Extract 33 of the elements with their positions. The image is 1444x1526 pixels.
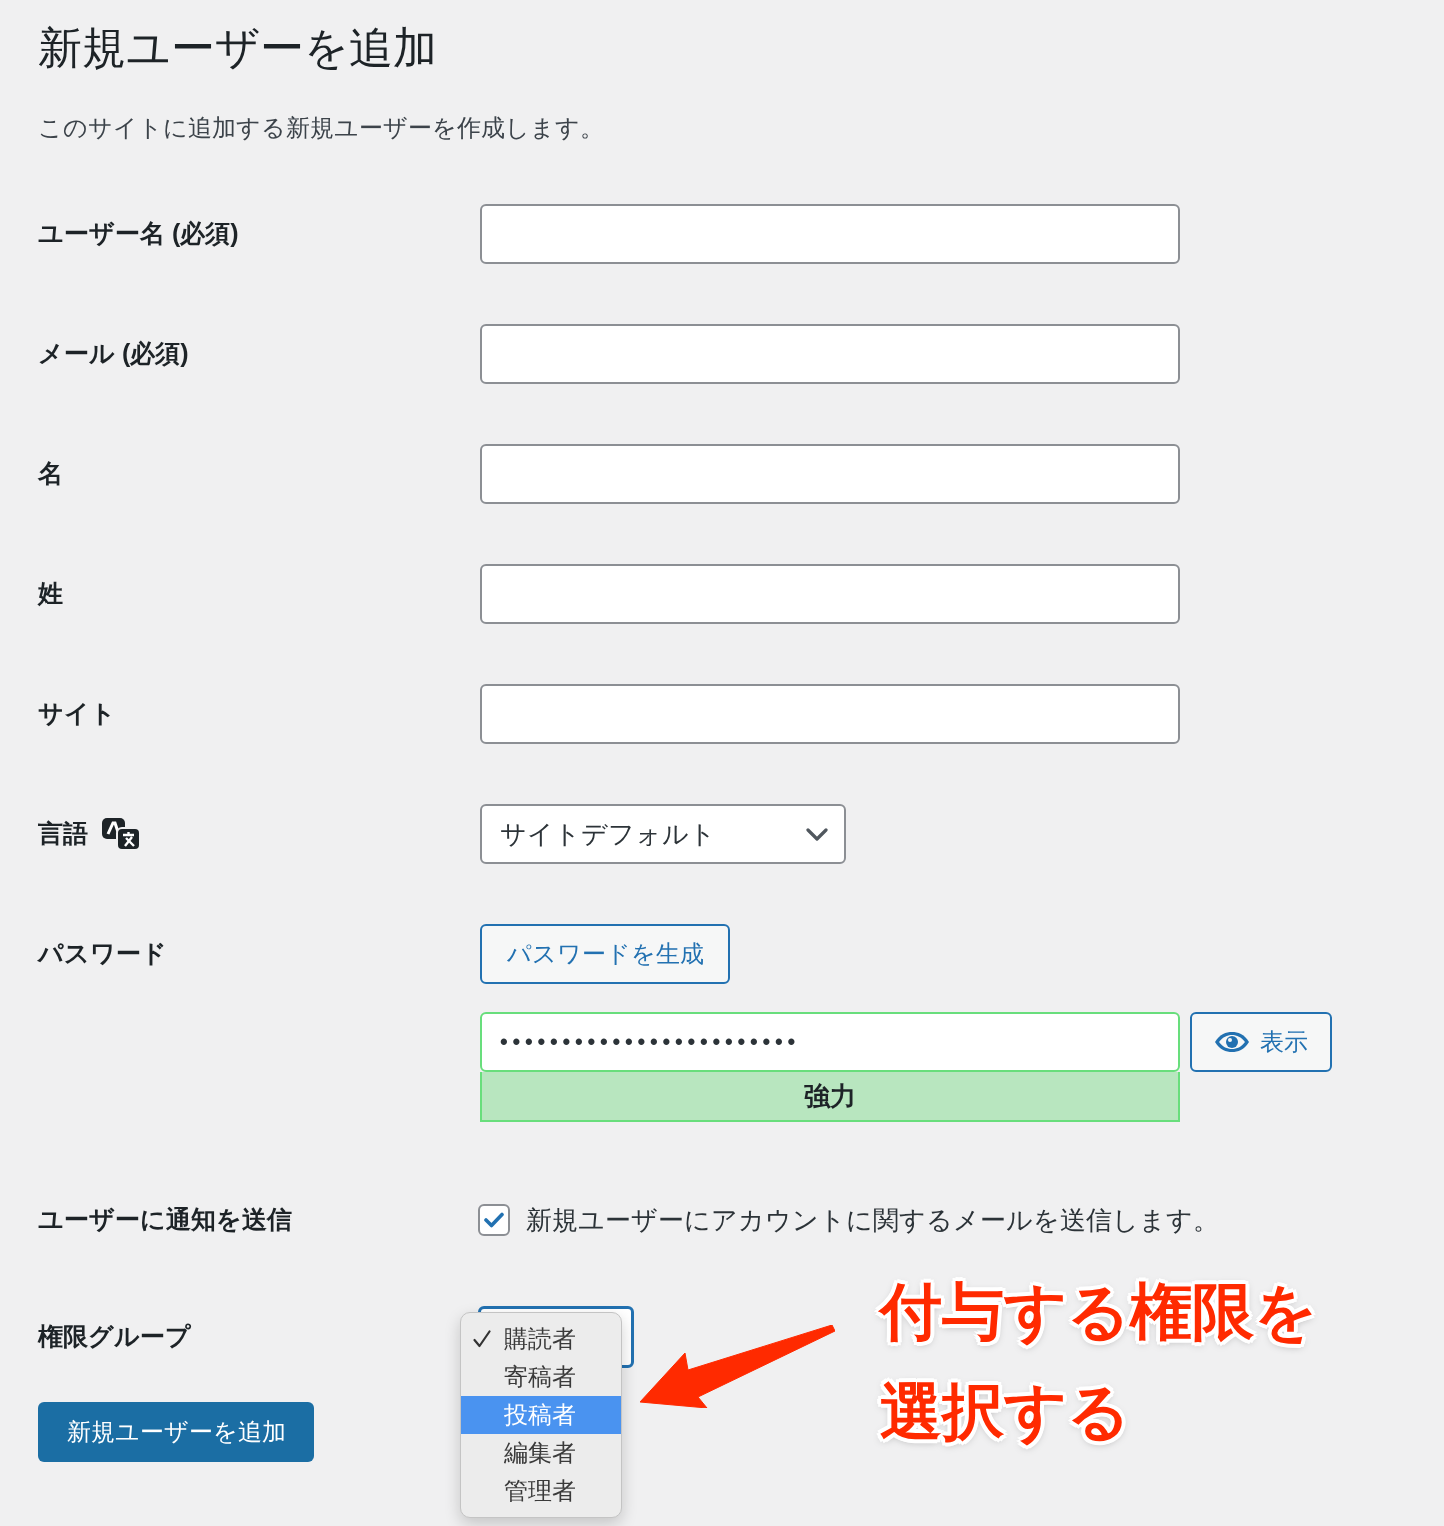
field-label: メール (必須) — [38, 338, 189, 370]
notify-checkbox[interactable] — [478, 1204, 510, 1236]
field-label: ユーザーに通知を送信 — [38, 1204, 292, 1236]
text-field[interactable] — [480, 324, 1180, 384]
field-label: 権限グループ — [38, 1321, 191, 1353]
annotation-text: 付与する権限を選択する — [880, 1276, 1318, 1448]
generate-password-button[interactable]: パスワードを生成 — [480, 924, 730, 984]
checkbox-label: 新規ユーザーにアカウントに関するメールを送信します。 — [526, 1203, 1219, 1237]
text-field[interactable] — [480, 684, 1180, 744]
add-user-button[interactable]: 新規ユーザーを追加 — [38, 1402, 314, 1462]
page-title: 新規ユーザーを追加 — [38, 22, 437, 74]
text-field[interactable] — [480, 444, 1180, 504]
field-label: 名 — [38, 458, 63, 490]
field-label: パスワード — [38, 938, 167, 970]
checkmark-icon — [484, 1212, 504, 1228]
field-label: サイト — [38, 698, 116, 730]
password-field[interactable]: •••••••••••••••••••••••• — [480, 1012, 1180, 1072]
text-field[interactable] — [480, 564, 1180, 624]
password-strength-meter: 強力 — [480, 1072, 1180, 1122]
role-option[interactable]: 購読者 — [461, 1320, 621, 1358]
chevron-down-icon — [806, 827, 828, 841]
eye-icon — [1214, 1031, 1250, 1053]
text-field[interactable] — [480, 204, 1180, 264]
role-option[interactable]: 寄稿者 — [461, 1358, 621, 1396]
show-password-button[interactable]: 表示 — [1190, 1012, 1332, 1072]
field-label: 姓 — [38, 578, 63, 610]
page-description: このサイトに追加する新規ユーザーを作成します。 — [38, 113, 604, 143]
field-label: 言語 — [38, 818, 88, 850]
field-label: ユーザー名 (必須) — [38, 218, 239, 250]
translation-icon — [102, 817, 141, 851]
language-select[interactable]: サイトデフォルト — [480, 804, 846, 864]
role-option[interactable]: 管理者 — [461, 1472, 621, 1510]
role-option[interactable]: 編集者 — [461, 1434, 621, 1472]
